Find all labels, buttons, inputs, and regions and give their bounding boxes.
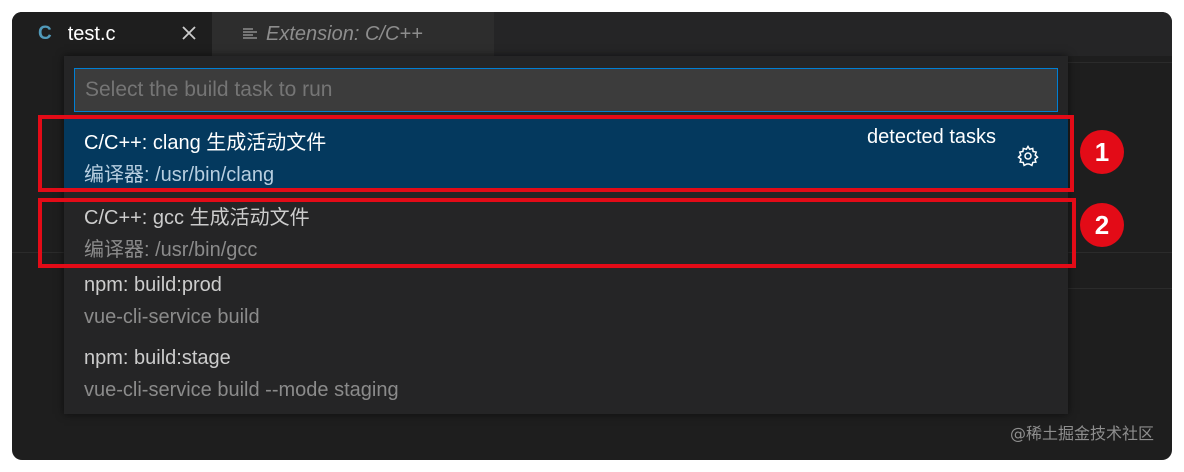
tab-label: test.c	[67, 22, 116, 45]
editor-divider	[1068, 252, 1172, 253]
tab-bar: C test.c Extension: C/C++	[12, 12, 1172, 56]
close-icon[interactable]	[178, 22, 200, 44]
tab-label: Extension: C/C++	[266, 22, 423, 45]
c-language-icon: C	[38, 23, 52, 44]
list-item-npm-build-prod[interactable]: npm: build:prod vue-cli-service build	[64, 266, 1068, 336]
task-search-input[interactable]	[74, 68, 1058, 112]
annotation-badge: 1	[1080, 130, 1124, 174]
task-label: npm: build:stage	[84, 347, 231, 369]
task-detail: vue-cli-service build	[84, 306, 260, 328]
task-label: npm: build:prod	[84, 274, 222, 296]
annotation-highlight-box	[38, 115, 1074, 192]
preview-icon	[243, 28, 257, 39]
editor-divider	[1068, 288, 1172, 289]
annotation-highlight-box	[38, 198, 1076, 268]
tab-test-c[interactable]: C test.c	[12, 12, 212, 56]
tab-extension-cpp[interactable]: Extension: C/C++	[212, 12, 494, 56]
watermark: @稀土掘金技术社区	[1009, 424, 1154, 443]
editor-divider	[1068, 62, 1172, 63]
editor-window: C test.c Extension: C/C++ C/C++: clang 生…	[12, 12, 1172, 460]
annotation-badge: 2	[1080, 203, 1124, 247]
list-item-npm-build-stage[interactable]: npm: build:stage vue-cli-service build -…	[64, 339, 1068, 409]
task-detail: vue-cli-service build --mode staging	[84, 379, 399, 401]
